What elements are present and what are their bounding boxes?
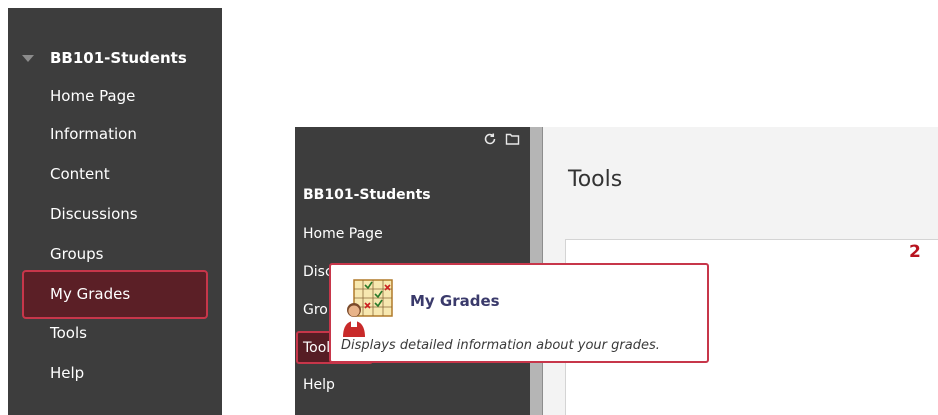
nav-my-grades[interactable]: My Grades [50,283,130,305]
refresh-icon[interactable] [483,132,497,150]
nav-discussions[interactable]: Discussions [50,203,138,225]
folder-icon[interactable] [505,132,520,150]
nav-tools[interactable]: Tools [50,322,87,344]
grades-tool-icon[interactable] [340,277,396,343]
page-title: Tools [568,167,623,192]
my-grades-link[interactable]: My Grades [410,292,500,310]
nav-information[interactable]: Information [50,123,137,145]
nav-content[interactable]: Content [50,163,110,185]
course-window: BB101-Students Home Page Discussions Gro… [295,127,938,415]
nav-groups[interactable]: Groups [50,243,103,265]
nav-home-page[interactable]: Home Page [303,224,383,244]
tool-description: Displays detailed information about your… [341,338,660,353]
nav-help[interactable]: Help [303,375,335,395]
course-title: BB101-Students [50,49,187,67]
sidebar-toolbar [483,132,520,150]
course-title: BB101-Students [303,187,431,203]
my-grades-tool-card[interactable]: My Grades Displays detailed information … [329,263,709,363]
course-menu-header[interactable]: BB101-Students [8,44,222,72]
annotation-number-2: 2 [909,242,921,262]
nav-home-page[interactable]: Home Page [50,85,135,107]
nav-help[interactable]: Help [50,362,84,384]
collapse-triangle-icon[interactable] [22,55,34,62]
course-menu-expanded: BB101-Students Home Page Information Con… [8,8,222,415]
